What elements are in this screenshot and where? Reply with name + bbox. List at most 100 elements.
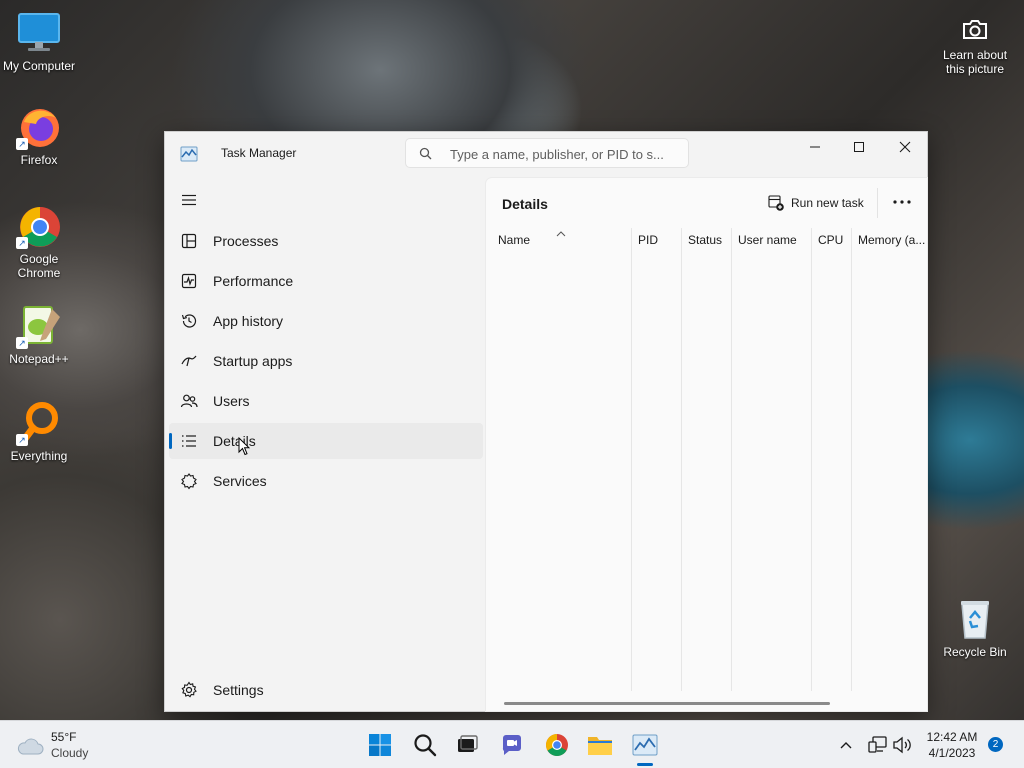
maximize-button[interactable]	[836, 132, 882, 162]
desktop-icon-label: Google Chrome	[17, 252, 61, 280]
nav-item-app-history[interactable]: App history	[169, 303, 483, 339]
hamburger-icon	[182, 194, 196, 206]
desktop-icon-my-computer[interactable]: My Computer	[0, 10, 78, 73]
run-task-icon	[768, 195, 784, 211]
minimize-icon	[810, 146, 820, 148]
hamburger-menu-button[interactable]	[177, 188, 201, 212]
teams-chat-button[interactable]	[498, 731, 526, 759]
column-header-status[interactable]: Status	[682, 227, 731, 257]
clock-time: 12:42 AM	[926, 730, 978, 744]
desktop-icon-chrome[interactable]: ↗ Google Chrome	[0, 203, 78, 280]
shortcut-arrow-icon: ↗	[16, 434, 28, 446]
task-manager-taskbar-button[interactable]	[631, 731, 659, 759]
recycle-bin-icon	[952, 596, 998, 642]
active-app-indicator	[637, 763, 653, 766]
nav-item-services[interactable]: Services	[169, 463, 483, 499]
column-header-user-name[interactable]: User name	[732, 227, 811, 257]
desktop-icon-label: Everything	[10, 449, 68, 463]
desktop-icon-label: Recycle Bin	[943, 645, 1007, 659]
nav-item-processes[interactable]: Processes	[169, 223, 483, 259]
monitor-icon	[16, 10, 62, 56]
page-title: Details	[502, 196, 548, 212]
shortcut-arrow-icon: ↗	[16, 138, 28, 150]
mouse-cursor-icon	[238, 436, 251, 461]
nav-item-label: Startup apps	[213, 353, 293, 369]
folder-icon	[588, 737, 612, 755]
volume-icon	[893, 736, 911, 754]
maximize-icon	[854, 142, 864, 152]
run-new-task-button[interactable]: Run new task	[768, 192, 864, 214]
chrome-taskbar-button[interactable]	[543, 731, 571, 759]
users-icon	[180, 392, 198, 410]
nav-item-label: Performance	[213, 273, 294, 289]
startup-apps-icon	[180, 352, 198, 370]
start-button[interactable]	[366, 731, 394, 759]
task-view-button[interactable]	[453, 731, 481, 759]
learn-about-picture[interactable]: Learn about this picture	[934, 14, 1016, 76]
weather-widget[interactable]: 55°F Cloudy	[14, 729, 124, 763]
desktop-icon-firefox[interactable]: ↗ Firefox	[0, 104, 78, 167]
chrome-icon	[546, 734, 568, 756]
column-header-memory[interactable]: Memory (a...	[852, 227, 928, 257]
column-header-cpu[interactable]: CPU	[812, 227, 851, 257]
column-header-name[interactable]: Name	[492, 227, 630, 257]
search-input[interactable]	[450, 144, 682, 164]
desktop-icon-everything[interactable]: ↗ Everything	[0, 400, 78, 463]
services-icon	[180, 472, 198, 490]
file-explorer-button[interactable]	[586, 731, 614, 759]
chrome-icon: ↗	[16, 203, 62, 249]
selection-indicator	[169, 433, 172, 449]
nav-item-label: Processes	[213, 233, 279, 249]
column-header-pid[interactable]: PID	[632, 227, 680, 257]
notification-badge[interactable]: 2	[988, 737, 1003, 752]
task-manager-window: Task Manager Processes Performance	[164, 131, 928, 712]
nav-item-performance[interactable]: Performance	[169, 263, 483, 299]
horizontal-scrollbar[interactable]	[504, 702, 830, 705]
search-button[interactable]	[411, 731, 439, 759]
clock[interactable]: 12:42 AM 4/1/2023	[916, 729, 988, 761]
run-new-task-label: Run new task	[791, 196, 864, 210]
column-divider[interactable]	[811, 228, 812, 691]
chat-icon	[502, 735, 521, 755]
desktop-icon-label: Firefox	[20, 153, 58, 167]
toolbar-divider	[877, 188, 878, 218]
column-divider[interactable]	[631, 228, 632, 691]
shortcut-arrow-icon: ↗	[16, 237, 28, 249]
performance-icon	[180, 272, 198, 290]
cloud-icon	[16, 736, 44, 761]
chevron-up-icon	[840, 742, 852, 749]
desktop-icon-recycle-bin[interactable]: Recycle Bin	[936, 596, 1014, 659]
weather-condition: Cloudy	[51, 746, 89, 760]
nav-item-label: Services	[213, 473, 267, 489]
minimize-button[interactable]	[792, 132, 838, 162]
more-options-button[interactable]	[886, 190, 918, 214]
firefox-icon: ↗	[16, 104, 62, 150]
weather-temperature: 55°F	[51, 730, 77, 744]
column-divider[interactable]	[851, 228, 852, 691]
learn-about-label: Learn about this picture	[942, 48, 1008, 76]
windows-logo-icon	[369, 734, 391, 756]
nav-item-label: App history	[213, 313, 284, 329]
more-icon	[893, 200, 911, 204]
search-icon	[419, 147, 432, 165]
nav-item-label: Users	[213, 393, 250, 409]
nav-item-settings[interactable]: Settings	[169, 672, 483, 708]
search-box[interactable]	[405, 138, 689, 168]
network-icon	[868, 736, 887, 753]
close-button[interactable]	[882, 132, 928, 162]
taskbar-search-icon	[414, 734, 437, 757]
nav-item-details[interactable]: Details	[169, 423, 483, 459]
column-divider[interactable]	[731, 228, 732, 691]
nav-item-users[interactable]: Users	[169, 383, 483, 419]
column-divider[interactable]	[681, 228, 682, 691]
notepadpp-icon: ↗	[16, 303, 62, 349]
desktop-icon-notepadpp[interactable]: ↗ Notepad++	[0, 303, 78, 366]
nav-item-label: Settings	[213, 682, 264, 698]
nav-item-startup-apps[interactable]: Startup apps	[169, 343, 483, 379]
volume-button[interactable]	[888, 731, 916, 759]
processes-icon	[180, 232, 198, 250]
everything-icon: ↗	[16, 400, 62, 446]
show-hidden-icons-button[interactable]	[832, 731, 860, 759]
details-icon	[180, 432, 198, 450]
title-bar[interactable]: Task Manager	[165, 132, 927, 176]
